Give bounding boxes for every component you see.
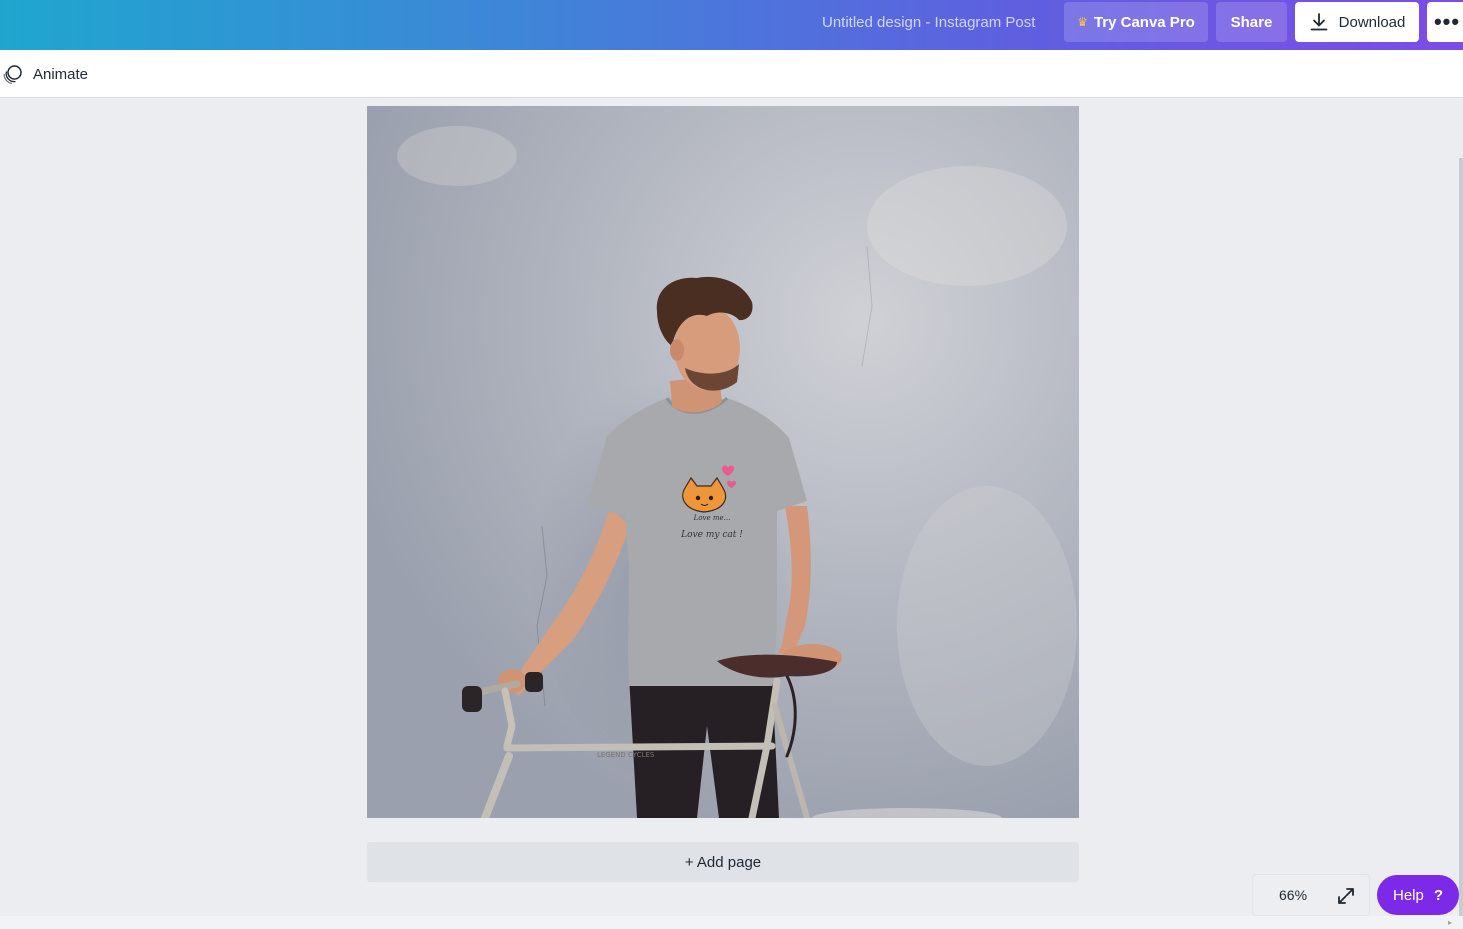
more-options-button[interactable]: ••• bbox=[1427, 2, 1463, 42]
try-canva-pro-label: Try Canva Pro bbox=[1093, 13, 1195, 31]
animate-icon bbox=[3, 65, 22, 85]
horizontal-scrollbar[interactable] bbox=[0, 916, 1463, 929]
animate-label: Animate bbox=[33, 65, 89, 83]
top-header-bar: Untitled design - Instagram Post ♛ Try C… bbox=[0, 0, 1463, 50]
share-button[interactable]: Share bbox=[1216, 2, 1287, 42]
download-icon bbox=[1310, 13, 1328, 31]
photo-man-with-bicycle[interactable]: Love me... Love my cat ! LEGEND CYCLES bbox=[367, 106, 1079, 818]
question-mark-icon: ? bbox=[1433, 886, 1444, 904]
zoom-controls: 66% bbox=[1252, 874, 1370, 916]
bike-frame-text: LEGEND CYCLES bbox=[597, 751, 655, 759]
animate-button[interactable]: Animate bbox=[2, 63, 88, 85]
crown-icon: ♛ bbox=[1077, 15, 1088, 29]
vertical-scrollbar[interactable] bbox=[1459, 158, 1463, 916]
fullscreen-expand-icon[interactable] bbox=[1335, 885, 1357, 907]
shirt-text-line2: Love my cat ! bbox=[680, 530, 743, 540]
scroll-right-arrow-icon[interactable]: ▸ bbox=[1448, 918, 1452, 927]
design-canvas-page[interactable]: Love me... Love my cat ! LEGEND CYCLES bbox=[367, 106, 1079, 818]
add-page-label: + Add page bbox=[684, 853, 762, 871]
zoom-level[interactable]: 66% bbox=[1279, 887, 1307, 903]
help-button[interactable]: Help ? bbox=[1377, 875, 1459, 915]
add-page-button[interactable]: + Add page bbox=[367, 842, 1079, 882]
try-canva-pro-button[interactable]: ♛ Try Canva Pro bbox=[1064, 2, 1208, 42]
ellipsis-icon: ••• bbox=[1433, 9, 1461, 34]
context-toolbar: Animate bbox=[0, 50, 1463, 98]
download-label: Download bbox=[1338, 13, 1406, 31]
shirt-text-line1: Love me... bbox=[693, 514, 731, 522]
document-title[interactable]: Untitled design - Instagram Post bbox=[822, 14, 1035, 31]
help-label: Help bbox=[1392, 886, 1424, 904]
download-button[interactable]: Download bbox=[1295, 2, 1419, 42]
share-label: Share bbox=[1230, 13, 1273, 31]
